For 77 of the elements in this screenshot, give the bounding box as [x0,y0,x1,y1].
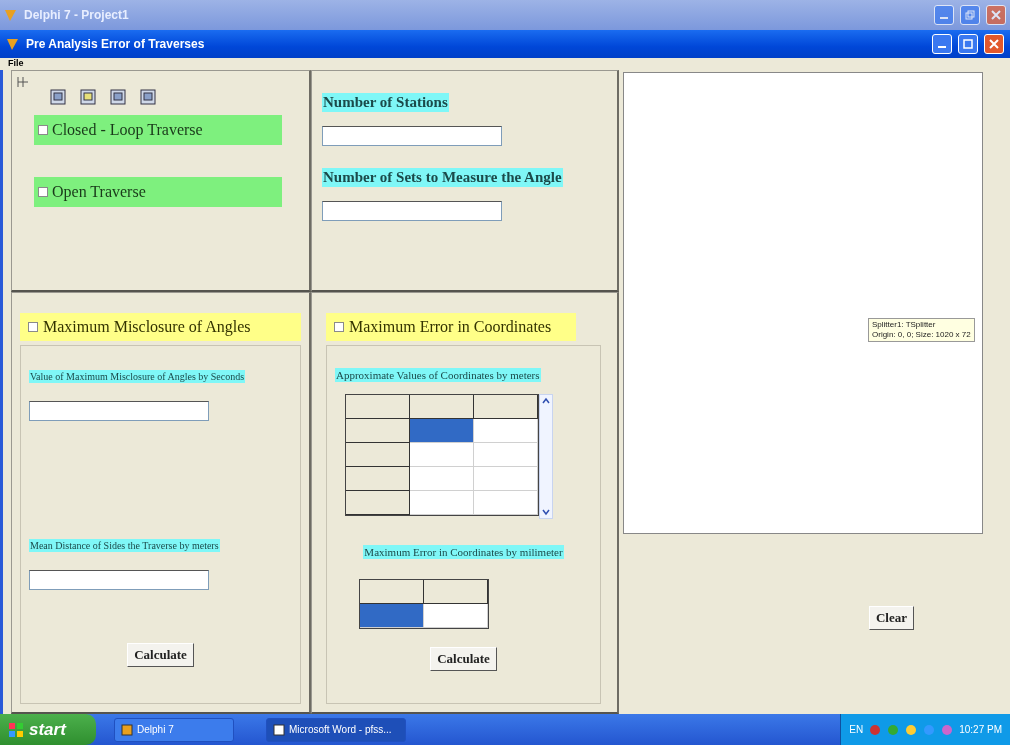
fixed-grid-cell[interactable] [346,491,410,515]
calculate-button[interactable]: Calculate [430,647,497,671]
app-icon [4,8,18,22]
fixed-grid-cell[interactable] [346,419,410,443]
fixed-grid-cell[interactable] [346,443,410,467]
fixed-grid-cell[interactable] [346,395,410,419]
checkbox[interactable] [38,125,48,135]
toolbar-icon[interactable] [140,89,156,105]
calculate-button[interactable]: Calculate [127,643,194,667]
checkbox[interactable] [334,322,344,332]
app-icon [6,37,20,51]
option-checkbox[interactable]: Closed - Loop Traverse [34,115,282,145]
data-grid[interactable] [359,579,489,629]
maximize-icon [963,39,973,49]
restore-icon [965,10,975,20]
taskbar-button[interactable]: Delphi 7 [114,717,234,742]
option-checkbox[interactable]: Open Traverse [34,177,282,207]
restore-button[interactable] [960,5,980,25]
grid-cell[interactable] [474,467,538,491]
fixed-grid-cell[interactable] [424,580,488,604]
grid-cell[interactable] [474,443,538,467]
maximize-button[interactable] [958,34,978,54]
taskbar-button[interactable]: Microsoft Word - pfss... [266,717,406,742]
grid-cell[interactable] [410,467,474,491]
close-button[interactable] [986,5,1006,25]
toolbar-icon[interactable] [110,89,126,105]
app-icon [273,723,285,736]
option-label: Open Traverse [52,183,146,201]
input-field[interactable] [322,126,502,146]
window-title: Pre Analysis Error of Traverses [26,37,206,51]
section-label: Maximum Error in Coordinates [349,318,552,336]
grid-cell[interactable] [410,491,474,515]
option-label: Closed - Loop Traverse [52,121,203,139]
checkbox[interactable] [38,187,48,197]
section-label: Maximum Misclosure of Angles [43,318,251,336]
field-label: Value of Maximum Misclosure of Angles by Seconds [29,370,246,383]
window-title: Delphi 7 - Project1 [24,8,130,22]
windows-logo-icon [8,721,24,738]
close-icon [991,10,1001,20]
tray-icon[interactable] [869,723,882,736]
input-field[interactable] [322,201,502,221]
app-icon [121,723,133,736]
tray-icon[interactable] [905,723,918,736]
grid-label: Approximate Values of Coordinates by meters [335,368,541,382]
data-grid[interactable] [345,394,539,516]
fixed-grid-cell[interactable] [360,580,424,604]
field-label: Mean Distance of Sides the Traverse by meters [29,539,220,552]
field-label: Number of Stations [322,93,449,112]
checkbox[interactable] [28,322,38,332]
grid-cell[interactable] [360,604,424,628]
minimize-button[interactable] [932,34,952,54]
grid-cell[interactable] [474,419,538,443]
grid-cell[interactable] [424,604,488,628]
input-field[interactable] [29,570,209,590]
toolbar-icon[interactable] [50,89,66,105]
input-field[interactable] [29,401,209,421]
fixed-grid-cell[interactable] [474,395,538,419]
fixed-grid-cell[interactable] [410,395,474,419]
tooltip-line: Origin: 0, 0; Size: 1020 x 72 [872,330,971,340]
tooltip-line: Splitter1: TSplitter [872,320,937,330]
vertical-scrollbar[interactable] [539,394,553,519]
minimize-button[interactable] [934,5,954,25]
close-icon [989,39,999,49]
grid-label: Maximum Error in Coordinates by milimeter [363,545,564,559]
fixed-grid-cell[interactable] [346,467,410,491]
grid-cell[interactable] [474,491,538,515]
grid-cell[interactable] [410,443,474,467]
form-icon[interactable] [16,75,30,89]
menu-item[interactable]: File [8,58,24,70]
section-checkbox[interactable]: Maximum Misclosure of Angles [20,313,301,341]
clear-button[interactable]: Clear [868,606,914,630]
field-label: Number of Sets to Measure the Angle [322,168,563,187]
grid-cell[interactable] [410,419,474,443]
image-icon[interactable] [80,89,96,105]
section-checkbox[interactable]: Maximum Error in Coordinates [326,313,576,341]
close-button[interactable] [984,34,1004,54]
clock: 10:27 PM [959,724,1002,735]
